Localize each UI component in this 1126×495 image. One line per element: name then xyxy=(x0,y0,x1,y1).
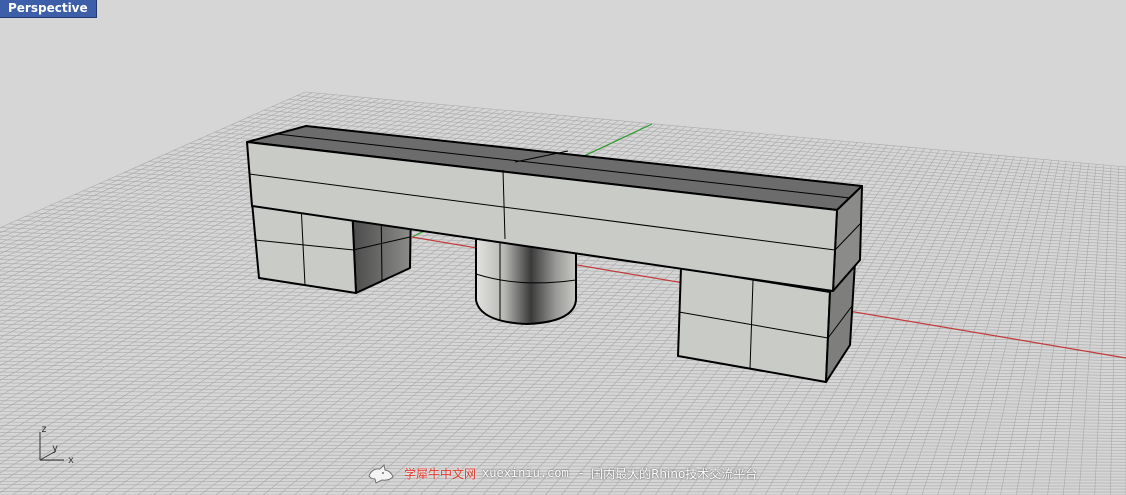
grid-line xyxy=(0,349,1126,374)
rhino-logo-icon xyxy=(368,463,394,484)
grid-line xyxy=(0,442,1126,451)
grid-line xyxy=(874,155,1007,495)
viewport-scene[interactable] xyxy=(0,0,1126,495)
grid-line xyxy=(843,154,992,495)
watermark-separator: - xyxy=(578,466,584,480)
watermark-domain: xuexiniu.com xyxy=(482,466,569,480)
grid-line xyxy=(953,159,1045,495)
grid-line xyxy=(0,393,1126,409)
grid-line xyxy=(0,487,1126,490)
grid-line xyxy=(0,446,1126,454)
axis-label-y: y xyxy=(52,443,59,454)
grid-line xyxy=(1031,162,1082,495)
world-axis-icon: z y x xyxy=(28,420,88,470)
grid-line xyxy=(0,403,1126,418)
watermark-site-name: 学犀牛中文网 xyxy=(404,466,477,481)
axis-label-z: z xyxy=(41,424,48,435)
grid-line xyxy=(0,439,1126,448)
axis-label-x: x xyxy=(68,455,75,466)
grid-line xyxy=(0,435,1126,445)
watermark-tagline: 国内最大的Rhino技术交流平台 xyxy=(591,466,758,481)
perspective-viewport[interactable]: Perspective z y x 学犀牛中文网 xuexiniu.com - … xyxy=(0,0,1126,495)
grid-line xyxy=(0,396,1126,412)
grid-line xyxy=(906,157,1022,495)
viewport-title-tab[interactable]: Perspective xyxy=(0,0,97,18)
grid-line xyxy=(0,491,1126,493)
site-watermark: 学犀牛中文网 xuexiniu.com - 国内最大的Rhino技术交流平台 xyxy=(366,460,757,486)
grid-line xyxy=(0,449,1126,457)
